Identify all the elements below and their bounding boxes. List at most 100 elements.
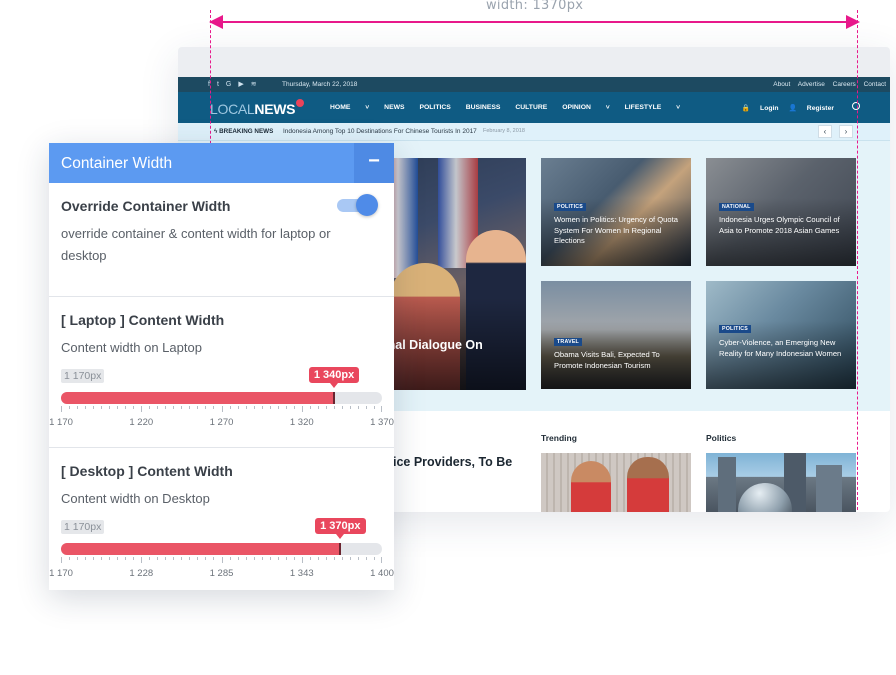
logo-part2: NEWS <box>254 101 296 117</box>
menu-item-politics[interactable]: POLITICS <box>419 104 450 111</box>
override-title: Override Container Width <box>61 198 231 214</box>
slider-tick <box>133 557 135 560</box>
slider-tick <box>301 406 303 412</box>
slider-thumb[interactable] <box>332 392 335 404</box>
tick-label: 1 320 <box>289 417 314 428</box>
slider-tick <box>125 406 127 409</box>
menu-item-business[interactable]: BUSINESS <box>466 104 501 111</box>
article-card[interactable]: TRAVEL Obama Visits Bali, Expected To Pr… <box>541 281 691 389</box>
slider-tick <box>157 406 159 409</box>
thumbnail-building <box>718 457 736 512</box>
site-logo[interactable]: LOCALNEWS <box>210 101 296 117</box>
slider-tick <box>101 406 103 409</box>
social-icons: ftG▶≋ <box>208 80 264 88</box>
desktop-width-section: [ Desktop ] Content Width Content width … <box>49 448 394 590</box>
breaking-news-headline[interactable]: Indonesia Among Top 10 Destinations For … <box>283 128 477 135</box>
menu-item-label: OPINION <box>562 104 591 111</box>
slider-fill <box>61 543 341 555</box>
slider-tick <box>373 557 375 560</box>
slider-tick <box>269 557 271 560</box>
slider-tick <box>333 406 335 409</box>
tick-label: 1 220 <box>129 417 154 428</box>
slider-tick <box>149 557 151 560</box>
menu-item-home[interactable]: HOME ˅ <box>330 104 369 111</box>
menu-item-lifestyle[interactable]: LIFESTYLE ˅ <box>625 104 681 111</box>
panel-title: Container Width <box>61 155 173 172</box>
slider-tick <box>61 406 62 412</box>
slider-tick <box>261 557 263 560</box>
slider-tick <box>109 557 111 560</box>
topbar-date: Thursday, March 22, 2018 <box>282 81 358 88</box>
section-title-politics: Politics <box>706 433 737 443</box>
slider-tick <box>341 406 343 409</box>
slider-tick <box>253 557 255 560</box>
search-icon[interactable] <box>852 102 860 110</box>
menu-item-culture[interactable]: CULTURE <box>515 104 547 111</box>
register-link[interactable]: 👤 Register <box>788 105 834 112</box>
slider-tick <box>349 406 351 409</box>
chevron-left-icon[interactable]: ‹ <box>818 125 832 138</box>
right-guide-line <box>857 10 858 510</box>
article-card[interactable]: POLITICS Women in Politics: Urgency of Q… <box>541 158 691 266</box>
slider-tick <box>181 406 183 409</box>
login-link[interactable]: 🔒 Login <box>742 105 779 112</box>
desktop-tick-labels: 1 170 1 228 1 285 1 343 1 400 <box>49 568 394 580</box>
desktop-width-slider[interactable] <box>61 543 382 555</box>
politics-thumbnail[interactable] <box>706 453 856 512</box>
laptop-width-slider[interactable] <box>61 392 382 404</box>
slider-tick <box>309 406 311 409</box>
trending-thumbnail[interactable] <box>541 453 691 512</box>
topbar-link-about[interactable]: About <box>773 81 790 88</box>
article-card[interactable]: POLITICS Cyber-Violence, an Emerging New… <box>706 281 856 389</box>
override-description: override container & content width for l… <box>61 226 331 263</box>
site-navbar: LOCALNEWS HOME ˅ NEWS POLITICS BUSINESS … <box>178 92 890 123</box>
lower-headline[interactable]: ice Providers, To Be <box>393 455 512 469</box>
card-title: Obama Visits Bali, Expected To Promote I… <box>554 350 660 370</box>
slider-tick <box>245 557 247 560</box>
article-card[interactable]: NATIONAL Indonesia Urges Olympic Council… <box>706 158 856 266</box>
tick-label: 1 285 <box>209 568 234 579</box>
collapse-button[interactable]: − <box>354 143 394 183</box>
google-plus-icon[interactable]: G <box>226 81 238 88</box>
menu-item-opinion[interactable]: OPINION ˅ <box>562 104 610 111</box>
login-label: Login <box>760 105 779 112</box>
topbar-link-contact[interactable]: Contact <box>864 81 886 88</box>
desktop-min-chip: 1 170px <box>61 520 105 534</box>
slider-tick <box>93 406 95 409</box>
register-label: Register <box>806 105 834 112</box>
youtube-icon[interactable]: ▶ <box>238 81 250 88</box>
slider-tick <box>261 406 263 409</box>
desktop-ticks <box>61 557 382 565</box>
slider-tick <box>285 406 287 409</box>
topbar-link-advertise[interactable]: Advertise <box>798 81 825 88</box>
slider-tick <box>221 406 223 412</box>
slider-tick <box>165 557 167 560</box>
slider-tick <box>325 406 327 409</box>
menu-item-news[interactable]: NEWS <box>384 104 404 111</box>
slider-thumb[interactable] <box>339 543 342 555</box>
slider-tick <box>85 406 87 409</box>
width-annotation-line <box>216 21 850 23</box>
twitter-icon[interactable]: t <box>217 81 226 88</box>
slider-tick <box>117 557 119 560</box>
breaking-news-bar: ϟ BREAKING NEWS Indonesia Among Top 10 D… <box>178 123 890 141</box>
slider-tick <box>309 557 311 560</box>
slider-tick <box>77 557 79 560</box>
override-toggle[interactable] <box>337 194 379 216</box>
slider-tick <box>189 406 191 409</box>
thumbnail-figure <box>571 461 611 512</box>
slider-tick <box>133 406 135 409</box>
slider-tick <box>229 557 231 560</box>
topbar-link-careers[interactable]: Careers <box>833 81 856 88</box>
override-section: Override Container Width override contai… <box>49 183 394 297</box>
slider-tick <box>253 406 255 409</box>
width-annotation-label: width: 1370px <box>486 0 584 13</box>
chevron-right-icon[interactable]: › <box>839 125 853 138</box>
arrow-left-icon <box>209 15 223 29</box>
category-badge: POLITICS <box>719 325 752 333</box>
stage: width: 1370px ftG▶≋ Thursday, March 22, … <box>0 0 896 675</box>
rss-icon[interactable]: ≋ <box>251 81 264 88</box>
slider-tick <box>205 406 207 409</box>
laptop-width-section: [ Laptop ] Content Width Content width o… <box>49 297 394 448</box>
slider-tick <box>117 406 119 409</box>
